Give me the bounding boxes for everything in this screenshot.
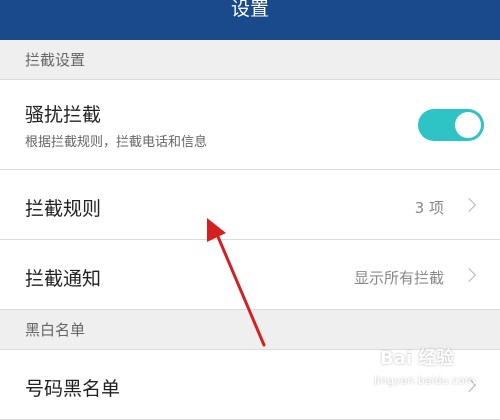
- intercept-notification-row[interactable]: 拦截通知 显示所有拦截: [0, 240, 500, 310]
- chevron-right-icon: [461, 197, 477, 213]
- top-bar: 设置: [0, 0, 500, 40]
- chevron-right-icon: [461, 267, 477, 283]
- intercept-notification-value: 显示所有拦截: [353, 269, 444, 287]
- harassment-intercept-toggle[interactable]: [418, 109, 484, 141]
- harassment-intercept-description: 根据拦截规则，拦截电话和信息: [25, 135, 208, 150]
- harassment-intercept-label: 骚扰拦截: [25, 104, 102, 126]
- toggle-knob: [455, 112, 481, 138]
- intercept-rules-row[interactable]: 拦截规则 3 项: [0, 170, 500, 240]
- baidu-jingyan-watermark: Bai 经验 jingyan.baidu.com: [360, 344, 490, 394]
- harassment-intercept-row[interactable]: 骚扰拦截 根据拦截规则，拦截电话和信息: [0, 80, 500, 170]
- intercept-rules-label: 拦截规则: [25, 198, 102, 220]
- intercept-notification-label: 拦截通知: [25, 268, 102, 290]
- intercept-rules-count: 3 项: [414, 199, 444, 217]
- number-blacklist-label: 号码黑名单: [25, 378, 121, 400]
- section-header-intercept-settings: 拦截设置: [0, 40, 500, 80]
- watermark-brand: Bai 经验: [380, 348, 455, 369]
- page-title: 设置: [230, 0, 269, 20]
- watermark-url: jingyan.baidu.com: [374, 374, 476, 387]
